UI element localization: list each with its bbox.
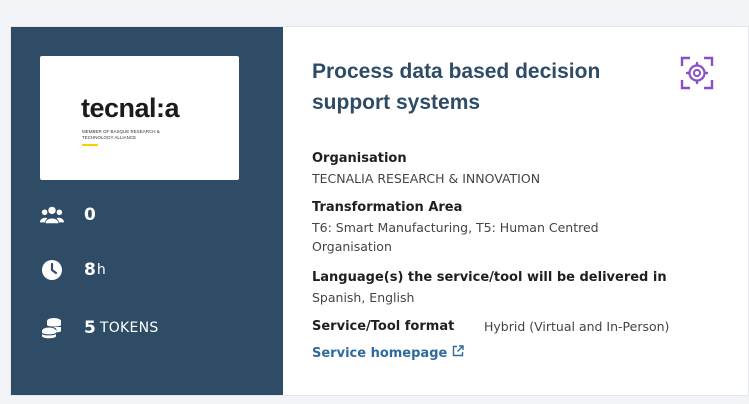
format-label: Service/Tool format [312,319,455,334]
participants-count: 0 [84,205,96,225]
transformation-area-value: T6: Smart Manufacturing, T5: Human Centr… [312,220,599,254]
duration-value: 8 [84,260,96,280]
coins-icon [40,316,64,340]
clock-icon [40,258,64,282]
logo-accent-line [82,144,98,146]
external-link-icon [452,345,465,361]
card-sidebar: tecnal:a MEMBER OF BASQUE RESEARCH & TEC… [11,27,283,395]
organisation-label: Organisation [312,151,407,166]
logo-tagline: MEMBER OF BASQUE RESEARCH & TECHNOLOGY A… [82,129,160,140]
format-value: Hybrid (Virtual and In-Person) [484,319,670,334]
transformation-area-label: Transformation Area [312,200,463,215]
users-icon [40,203,64,227]
tokens-unit: TOKENS [99,320,159,336]
duration-unit: h [96,262,106,278]
logo-wordmark: tecnal:a [81,93,180,123]
service-title[interactable]: Process data based decision support syst… [312,56,652,118]
language-label: Language(s) the service/tool will be del… [312,270,667,285]
participants-stat: 0 [40,203,96,227]
tokens-value: 5 [84,318,96,338]
service-card[interactable]: tecnal:a MEMBER OF BASQUE RESEARCH & TEC… [10,26,749,396]
settings-scan-icon [680,56,714,90]
provider-logo: tecnal:a MEMBER OF BASQUE RESEARCH & TEC… [40,56,239,180]
duration-stat: 8 h [40,258,106,282]
card-content: Process data based decision support syst… [283,27,748,395]
tokens-stat: 5 TOKENS [40,316,159,340]
language-value: Spanish, English [312,290,415,305]
organisation-value: TECNALIA RESEARCH & INNOVATION [312,171,541,186]
homepage-link-label: Service homepage [312,345,448,361]
service-homepage-link[interactable]: Service homepage [312,345,465,361]
